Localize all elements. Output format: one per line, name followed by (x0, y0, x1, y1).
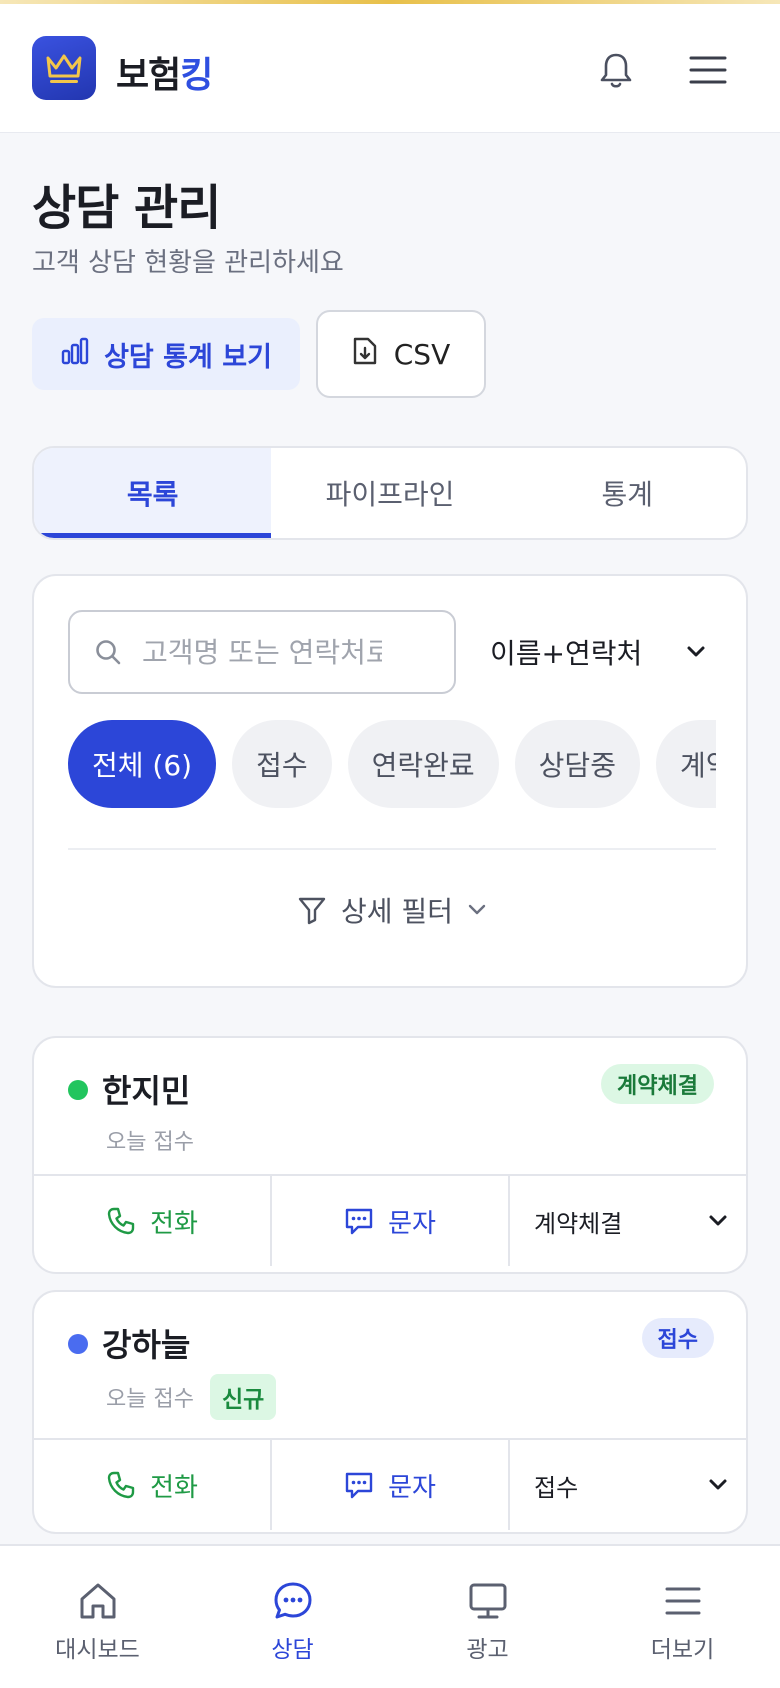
card-actions: 전화 문자 계약체결 (34, 1174, 746, 1266)
divider (68, 848, 716, 850)
brand-name-part1: 보험 (116, 55, 181, 96)
status-badge: 접수 (641, 1318, 714, 1358)
chat-icon (274, 1582, 311, 1619)
nav-ads-label: 광고 (466, 1637, 509, 1663)
chevron-down-icon (687, 646, 705, 657)
status-select-value: 접수 (534, 1473, 579, 1502)
view-stats-button[interactable]: 상담 통계 보기 (32, 318, 300, 390)
tab-list[interactable]: 목록 (34, 448, 272, 538)
advanced-filter-toggle[interactable]: 상세 필터 (34, 878, 750, 942)
page-subtitle: 고객 상담 현황을 관리하세요 (32, 248, 344, 278)
status-dot (68, 1080, 88, 1100)
view-tabs: 목록 파이프라인 통계 (32, 446, 748, 540)
received-date: 오늘 접수 (106, 1130, 194, 1155)
status-select-value: 계약체결 (534, 1209, 623, 1238)
customer-name: 강하늘 (102, 1326, 191, 1364)
message-icon (345, 1472, 373, 1499)
bar-chart-icon (60, 337, 90, 372)
home-icon (80, 1583, 115, 1619)
status-select[interactable]: 계약체결 (510, 1176, 746, 1266)
message-icon (345, 1208, 373, 1235)
advanced-filter-label: 상세 필터 (341, 895, 453, 928)
search-box[interactable] (68, 610, 456, 694)
consultation-card[interactable]: 강하늘 오늘 접수 신규 접수 전화 문자 접수 (32, 1290, 748, 1534)
monitor-icon (469, 1583, 506, 1619)
status-select[interactable]: 접수 (510, 1440, 746, 1530)
call-label: 전화 (150, 1208, 198, 1239)
filter-funnel-icon (298, 897, 326, 925)
brand-name-part2: 킹 (180, 55, 213, 96)
chevron-down-icon (709, 1215, 727, 1226)
status-dot (68, 1334, 88, 1354)
status-filter-chips: 전체 (6) 접수 연락완료 상담중 계약체결 (68, 720, 716, 808)
page-title: 상담 관리 (32, 180, 221, 236)
received-date: 오늘 접수 (106, 1387, 194, 1412)
call-label: 전화 (150, 1472, 198, 1503)
card-actions: 전화 문자 접수 (34, 1438, 746, 1530)
consultation-card[interactable]: 한지민 오늘 접수 계약체결 전화 문자 계약체결 (32, 1036, 748, 1274)
menu-icon (665, 1587, 700, 1615)
sms-button[interactable]: 문자 (272, 1440, 510, 1530)
chevron-down-icon (709, 1479, 727, 1490)
crown-logo-icon[interactable] (32, 36, 96, 100)
nav-more-label: 더보기 (650, 1637, 715, 1663)
hamburger-menu-icon[interactable] (686, 48, 730, 92)
phone-icon (107, 1471, 135, 1499)
tab-pipeline[interactable]: 파이프라인 (271, 448, 508, 538)
call-button[interactable]: 전화 (34, 1176, 272, 1266)
tab-statistics[interactable]: 통계 (509, 448, 746, 538)
sms-label: 문자 (388, 1208, 436, 1239)
call-button[interactable]: 전화 (34, 1440, 272, 1530)
nav-dashboard[interactable]: 대시보드 (0, 1546, 195, 1688)
search-icon (96, 640, 121, 665)
brand-name: 보험킹 (116, 46, 213, 98)
chip-in-consultation[interactable]: 상담중 (514, 720, 640, 808)
nav-consultation[interactable]: 상담 (195, 1546, 390, 1688)
new-tag: 신규 (209, 1374, 277, 1420)
csv-download-button[interactable]: CSV (316, 310, 486, 398)
nav-consultation-label: 상담 (271, 1637, 314, 1663)
search-type-value: 이름+연락처 (490, 637, 643, 670)
nav-ads[interactable]: 광고 (390, 1546, 585, 1688)
bottom-navigation: 대시보드 상담 광고 더보기 (0, 1544, 780, 1688)
chip-received[interactable]: 접수 (232, 720, 332, 808)
status-badge: 계약체결 (601, 1064, 714, 1104)
card-meta: 오늘 접수 신규 (106, 1374, 277, 1420)
phone-icon (107, 1207, 135, 1235)
chip-contacted[interactable]: 연락완료 (347, 720, 499, 808)
bell-icon[interactable] (594, 48, 638, 92)
view-stats-label: 상담 통계 보기 (104, 341, 272, 373)
chevron-down-icon (468, 904, 486, 915)
filter-panel: 이름+연락처 전체 (6) 접수 연락완료 상담중 계약체결 상세 필터 (32, 574, 748, 988)
file-download-icon (352, 336, 378, 373)
card-meta: 오늘 접수 (106, 1124, 194, 1156)
nav-more[interactable]: 더보기 (585, 1546, 780, 1688)
app-header: 보험킹 (0, 4, 780, 133)
nav-dashboard-label: 대시보드 (55, 1637, 140, 1663)
chip-contracted[interactable]: 계약체결 (655, 720, 716, 808)
sms-label: 문자 (388, 1472, 436, 1503)
customer-name: 한지민 (102, 1072, 191, 1110)
sms-button[interactable]: 문자 (272, 1176, 510, 1266)
search-input[interactable] (142, 635, 382, 669)
search-type-select[interactable]: 이름+연락처 (480, 610, 730, 694)
csv-label: CSV (393, 337, 451, 371)
chip-all[interactable]: 전체 (6) (68, 720, 217, 808)
